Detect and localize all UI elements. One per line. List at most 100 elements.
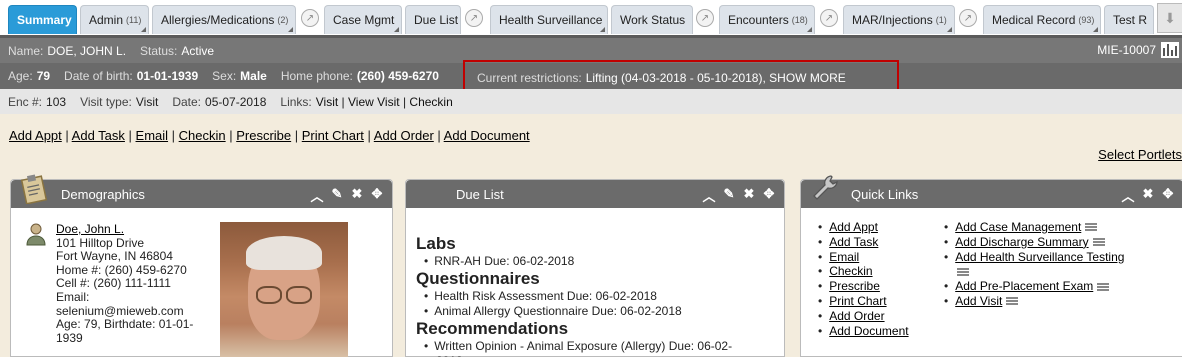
move-icon[interactable]: ✥: [370, 186, 384, 205]
close-icon[interactable]: ✖: [350, 186, 364, 205]
tab-menu-icon[interactable]: [394, 27, 399, 32]
list-icon[interactable]: [1085, 223, 1098, 233]
ql-add-health-surveillance-testing[interactable]: Add Health Surveillance Testing: [955, 250, 1124, 264]
portlet-header: Due List ︿ ✎ ✖ ✥: [406, 180, 784, 208]
edit-icon[interactable]: ✎: [722, 186, 736, 205]
list-item: Prescribe: [818, 279, 909, 294]
patient-address-block: Doe, John L. 101 Hilltop Drive Fort Wayn…: [56, 222, 206, 345]
tab-admin[interactable]: Admin (11): [80, 5, 149, 34]
ql-add-task[interactable]: Add Task: [829, 235, 878, 249]
collapse-icon[interactable]: ︿: [1121, 186, 1135, 205]
list-icon[interactable]: [1092, 238, 1105, 248]
collapse-icon[interactable]: ︿: [702, 186, 716, 205]
print-chart-link[interactable]: Print Chart: [302, 128, 364, 143]
tab-menu-icon[interactable]: [288, 27, 293, 32]
select-portlets-link[interactable]: Select Portlets: [1098, 147, 1182, 162]
add-document-link[interactable]: Add Document: [444, 128, 530, 143]
tab-menu-icon[interactable]: [1093, 27, 1098, 32]
restrictions-value[interactable]: Lifting (04-03-2018 - 05-10-2018), SHOW …: [586, 71, 846, 85]
close-icon[interactable]: ✖: [1141, 186, 1155, 205]
tab-bar: Summary Admin (11) Allergies/Medications(…: [0, 0, 1182, 38]
restrictions-label: Current restrictions:: [477, 71, 582, 85]
patient-sex: Male: [240, 69, 267, 83]
edit-icon[interactable]: ✎: [330, 186, 344, 205]
tab-encounters[interactable]: Encounters (18): [719, 5, 815, 34]
due-item: Written Opinion - Animal Exposure (Aller…: [424, 339, 776, 354]
tab-label: Summary: [17, 13, 72, 27]
tab-due-list[interactable]: Due List: [405, 5, 461, 34]
portlet-title: Quick Links: [851, 186, 919, 202]
external-link-icon[interactable]: ↗: [465, 9, 483, 27]
list-icon[interactable]: [1006, 297, 1019, 307]
link-view-visit[interactable]: View Visit: [348, 95, 400, 109]
ql-email[interactable]: Email: [829, 250, 859, 264]
tab-count: (93): [1078, 15, 1095, 25]
list-icon[interactable]: [957, 267, 969, 277]
patient-name-link[interactable]: Doe, John L.: [56, 222, 124, 236]
list-item: Add Document: [818, 324, 908, 339]
email-link[interactable]: Email: [136, 128, 169, 143]
tab-work-status[interactable]: Work Status: [611, 5, 693, 34]
tab-allergies-medications[interactable]: Allergies/Medications (2): [152, 5, 296, 34]
add-task-link[interactable]: Add Task: [72, 128, 125, 143]
demographics-portlet: Demographics ︿ ✎ ✖ ✥ Doe, John L. 101 Hillt…: [10, 174, 393, 357]
ql-add-visit[interactable]: Add Visit: [955, 294, 1002, 308]
patient-status: Active: [181, 43, 215, 58]
tab-label: Admin: [89, 13, 124, 27]
birth-year-line: 1939: [56, 330, 83, 345]
close-icon[interactable]: ✖: [742, 186, 756, 205]
links-label: Links:: [280, 94, 312, 109]
arrow-down-icon[interactable]: ⬇: [1157, 3, 1182, 33]
move-icon[interactable]: ✥: [1161, 186, 1175, 205]
collapse-icon[interactable]: ︿: [310, 186, 324, 205]
external-link-icon[interactable]: ↗: [820, 9, 838, 27]
tab-mar-injections[interactable]: MAR/Injections (1): [843, 5, 955, 34]
tab-count: (18): [791, 15, 808, 25]
link-visit[interactable]: Visit: [316, 95, 338, 109]
tab-menu-icon[interactable]: [807, 27, 812, 32]
section-heading-recommendations: Recommendations: [416, 319, 569, 338]
quick-links-portlet: Quick Links ︿ ✖ ✥ Add Appt Add Task Email …: [800, 175, 1182, 357]
prescribe-link[interactable]: Prescribe: [236, 128, 291, 143]
ql-add-document[interactable]: Add Document: [829, 324, 908, 338]
ql-add-case-management[interactable]: Add Case Management: [955, 220, 1081, 234]
external-link-icon[interactable]: ↗: [959, 9, 977, 27]
ql-add-discharge-summary[interactable]: Add Discharge Summary: [955, 235, 1088, 249]
external-link-icon[interactable]: ↗: [301, 9, 319, 27]
phone-label: Home phone:: [280, 69, 353, 83]
ql-prescribe[interactable]: Prescribe: [829, 279, 880, 293]
tab-medical-record[interactable]: Medical Record (93): [983, 5, 1101, 34]
tab-summary[interactable]: Summary: [8, 5, 77, 34]
link-checkin[interactable]: Checkin: [409, 95, 452, 109]
list-item: Add Discharge Summary: [944, 235, 1164, 250]
checkin-link[interactable]: Checkin: [179, 128, 226, 143]
home-phone-line: Home #: (260) 459-6270: [56, 262, 187, 277]
list-item: Add Pre-Placement Exam: [944, 279, 1164, 294]
tab-menu-icon[interactable]: [600, 27, 605, 32]
ql-add-pre-placement-exam[interactable]: Add Pre-Placement Exam: [955, 279, 1093, 293]
list-item: Add Task: [818, 235, 909, 250]
city-line: Fort Wayne, IN 46804: [56, 249, 173, 264]
ql-print-chart[interactable]: Print Chart: [829, 294, 886, 308]
tab-case-mgmt[interactable]: Case Mgmt: [324, 5, 402, 34]
encounter-bar: Enc #: 103 Visit type: Visit Date: 05-07…: [0, 89, 1182, 114]
move-icon[interactable]: ✥: [762, 186, 776, 205]
add-appt-link[interactable]: Add Appt: [9, 128, 62, 143]
list-icon[interactable]: [1097, 282, 1110, 292]
tab-test-results[interactable]: Test R: [1104, 5, 1154, 34]
ql-checkin[interactable]: Checkin: [829, 264, 872, 278]
section-heading-questionnaires: Questionnaires: [416, 269, 540, 288]
dob-label: Date of birth:: [64, 69, 133, 83]
chart-icon[interactable]: [1161, 42, 1179, 58]
ql-add-order[interactable]: Add Order: [829, 309, 884, 323]
status-label: Status:: [140, 43, 178, 58]
tab-health-surveillance[interactable]: Health Surveillance: [490, 5, 608, 34]
tab-menu-icon[interactable]: [947, 27, 952, 32]
add-order-link[interactable]: Add Order: [374, 128, 434, 143]
ql-add-appt[interactable]: Add Appt: [829, 220, 878, 234]
tab-menu-icon[interactable]: [141, 27, 146, 32]
tab-label: Work Status: [620, 13, 686, 27]
tab-label: Case Mgmt: [333, 13, 395, 27]
external-link-icon[interactable]: ↗: [696, 9, 714, 27]
due-list-portlet: Due List ︿ ✎ ✖ ✥ Labs RNR-AH Due: 06-02-201…: [405, 179, 785, 357]
